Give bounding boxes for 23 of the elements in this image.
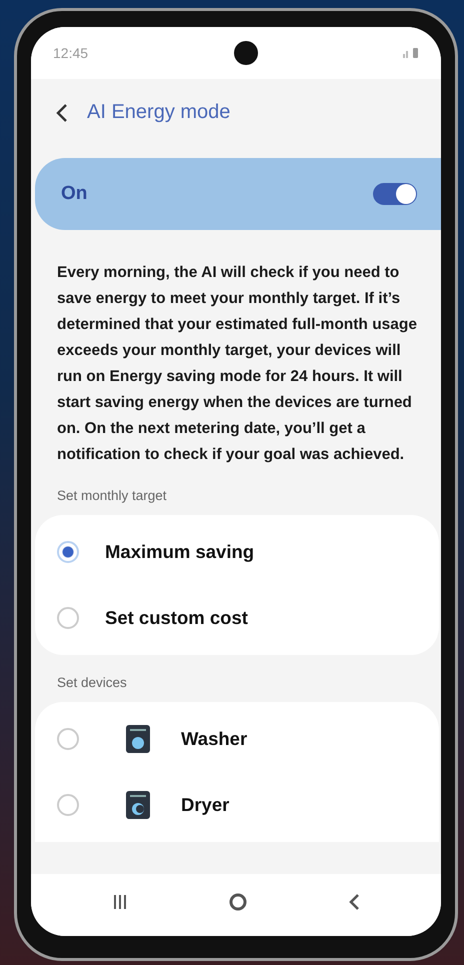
back-icon[interactable] bbox=[55, 102, 69, 122]
status-time: 12:45 bbox=[53, 45, 88, 61]
section-title: Set devices bbox=[56, 674, 128, 692]
option-label[interactable]: Set custom cost bbox=[105, 607, 248, 629]
radio-button[interactable] bbox=[57, 728, 79, 750]
back-icon[interactable] bbox=[347, 892, 362, 912]
toggle-switch[interactable] bbox=[373, 183, 417, 205]
radio-button[interactable] bbox=[57, 541, 79, 563]
washer-icon bbox=[125, 724, 151, 754]
description-text: Every morning, the AI will check if you need to save energy to meet your monthly target. If it’s determined that your estimated full-month usage exceeds your monthly target, your devices will run on Energy saving mode for 24 hours. It will start saving energy when the devices are turned on. On the next metering date, you’ll get a notification to check if your goal was achieved. bbox=[57, 263, 418, 465]
master-switch-bar[interactable]: On bbox=[35, 158, 441, 230]
radio-button[interactable] bbox=[57, 607, 79, 629]
radio-button[interactable] bbox=[57, 794, 79, 816]
dryer-icon bbox=[125, 790, 151, 820]
page-title: AI Energy mode bbox=[87, 101, 230, 124]
device-label[interactable]: Washer bbox=[181, 728, 248, 750]
device-label[interactable]: Dryer bbox=[181, 794, 230, 816]
camera-icon bbox=[234, 41, 258, 65]
home-icon[interactable] bbox=[228, 892, 248, 912]
section-title: Set monthly target bbox=[56, 487, 168, 505]
switch-label: On bbox=[61, 183, 88, 205]
option-label[interactable]: Maximum saving bbox=[105, 541, 254, 563]
signal-battery-icon bbox=[402, 48, 419, 58]
